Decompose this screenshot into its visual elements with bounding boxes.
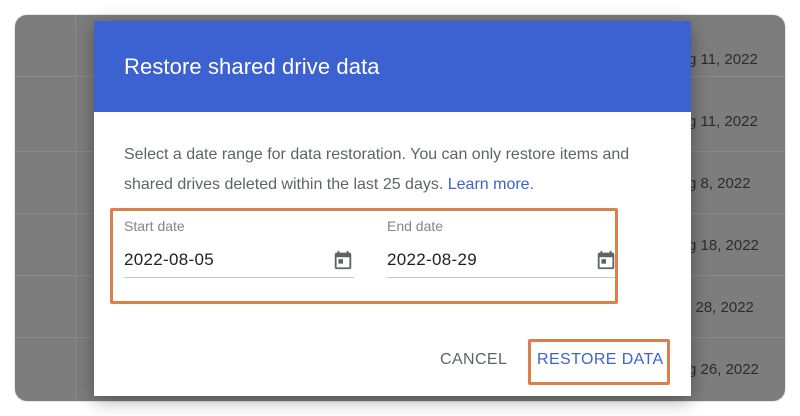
learn-more-link[interactable]: Learn more	[448, 176, 530, 193]
row-date: g 11, 2022	[688, 113, 758, 130]
dialog-title: Restore shared drive data	[124, 53, 380, 79]
highlight-box-date-fields	[110, 208, 618, 304]
row-date: g 8, 2022	[688, 175, 751, 192]
description-text: Select a date range for data restoration…	[124, 146, 630, 193]
dialog-description: Select a date range for data restoration…	[124, 140, 664, 200]
row-date: l 28, 2022	[688, 299, 754, 316]
description-period: .	[529, 176, 535, 193]
row-date: g 18, 2022	[688, 237, 759, 254]
row-date: g 11, 2022	[688, 51, 758, 68]
row-date: g 26, 2022	[688, 361, 759, 378]
dialog-header: Restore shared drive data	[94, 21, 691, 112]
cancel-button[interactable]: CANCEL	[440, 351, 507, 369]
highlight-box-restore-button	[528, 339, 670, 385]
